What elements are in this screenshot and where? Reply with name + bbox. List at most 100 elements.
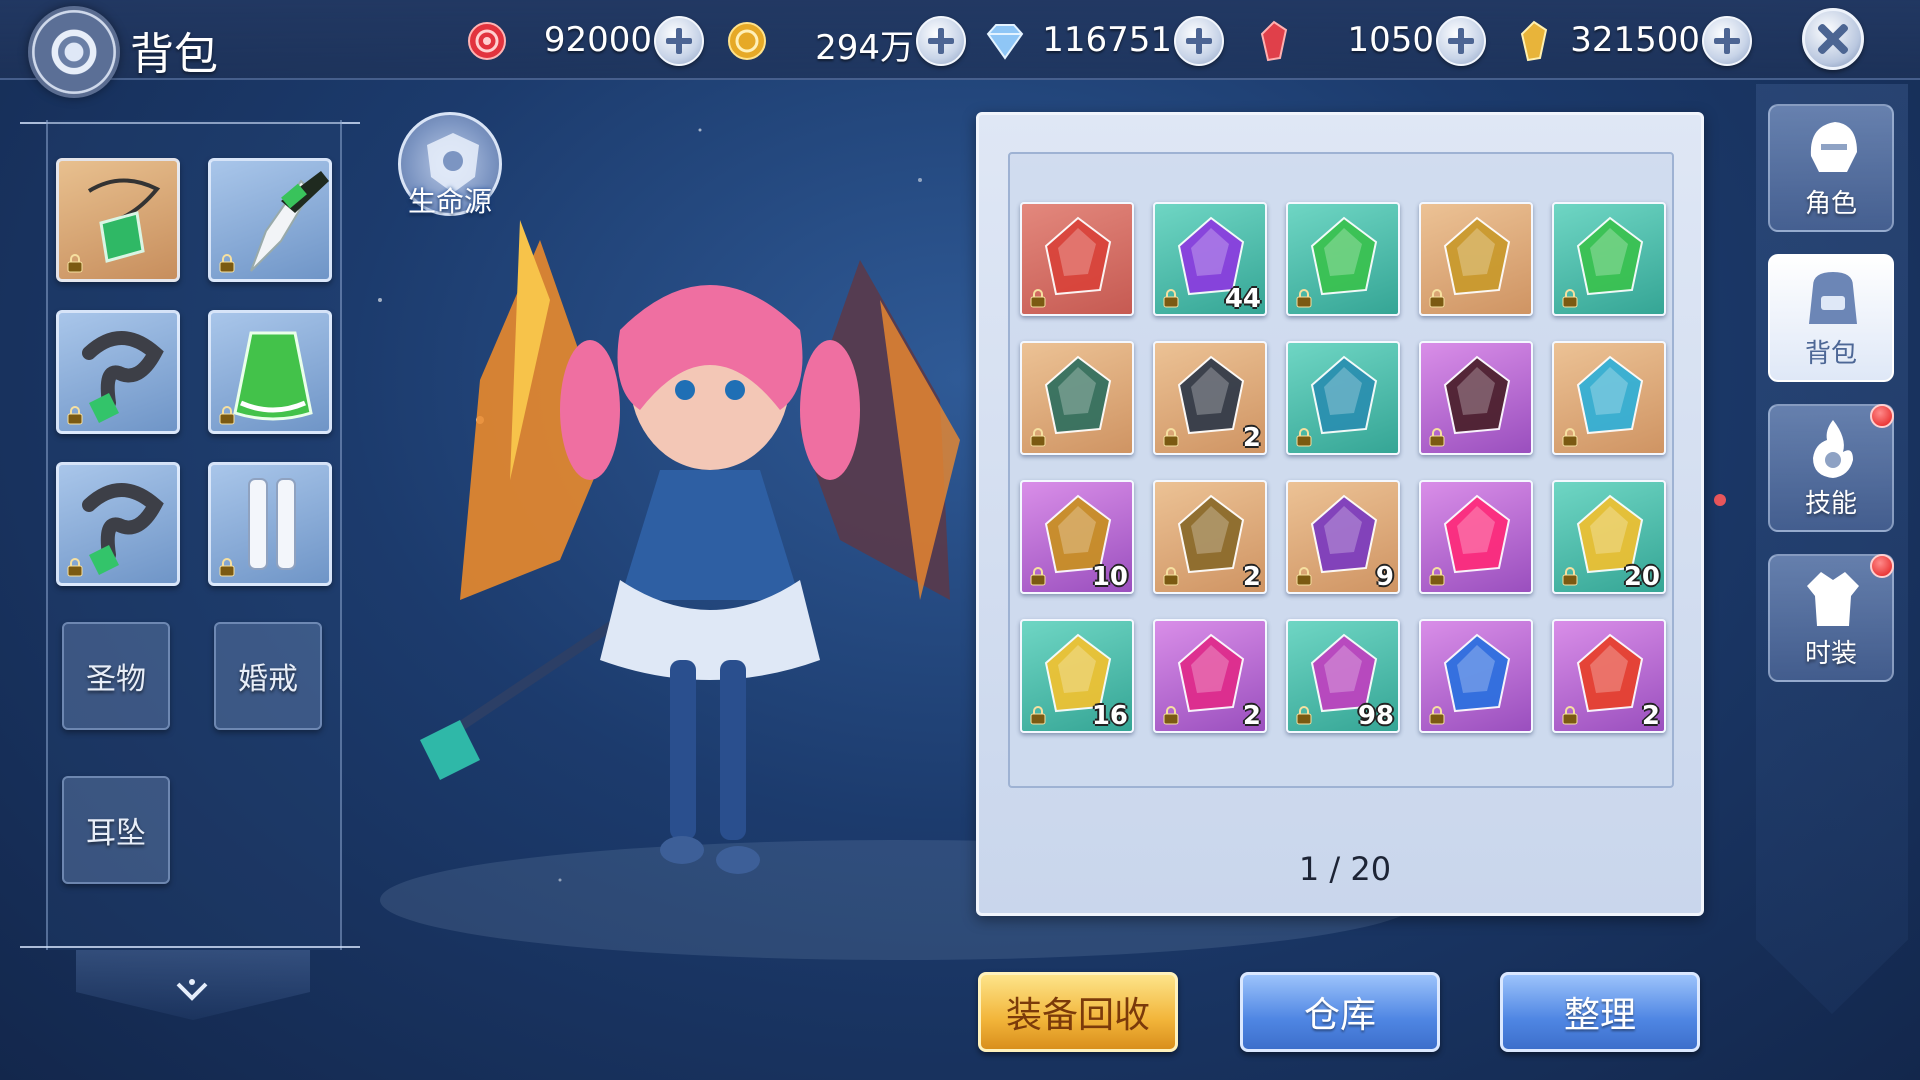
inventory-slot[interactable] <box>1286 202 1400 316</box>
notification-dot <box>1870 554 1894 578</box>
inventory-slot[interactable]: 98 <box>1286 619 1400 733</box>
item-quantity: 2 <box>1242 701 1261 731</box>
equip-slot-boots[interactable] <box>208 462 332 586</box>
inventory-slot[interactable] <box>1419 480 1533 594</box>
lock-icon <box>1163 567 1179 586</box>
inventory-slot[interactable]: 9 <box>1286 480 1400 594</box>
slot-label: 圣物 <box>86 662 146 697</box>
currency-value: 294万 <box>815 28 914 68</box>
lock-icon <box>219 406 235 425</box>
nav-tab-character[interactable]: 角色 <box>1768 104 1894 232</box>
add-red-crystal-button[interactable] <box>1436 16 1486 66</box>
equip-slot-ring-2[interactable] <box>56 462 180 586</box>
helmet-icon <box>1810 122 1857 172</box>
equip-slot-necklace[interactable] <box>56 158 180 282</box>
chevron-down-icon[interactable] <box>172 976 212 1006</box>
lock-icon <box>67 254 83 273</box>
lock-icon <box>1296 567 1312 586</box>
lock-icon <box>1429 428 1445 447</box>
item-quantity: 20 <box>1623 562 1660 592</box>
equipment-recycle-button[interactable]: 装备回收 <box>978 972 1178 1052</box>
inventory-slot[interactable] <box>1419 619 1533 733</box>
lock-icon <box>1429 706 1445 725</box>
currency-gold-coin: 294万 <box>726 14 966 68</box>
inventory-slot[interactable] <box>1552 341 1666 455</box>
lock-icon <box>1030 428 1046 447</box>
item-quantity: 16 <box>1091 701 1128 731</box>
equip-slot-holy[interactable]: 圣物 <box>62 622 170 730</box>
lock-icon <box>1030 289 1046 308</box>
warehouse-button[interactable]: 仓库 <box>1240 972 1440 1052</box>
inventory-slot[interactable]: 2 <box>1552 619 1666 733</box>
inventory-slot[interactable] <box>1419 202 1533 316</box>
item-quantity: 98 <box>1357 701 1394 731</box>
currency-red-crystal: 1050 <box>1254 14 1486 66</box>
page-indicator: 1 / 20 <box>1298 850 1392 888</box>
outfit-icon <box>1807 572 1859 626</box>
inventory-slot[interactable] <box>1286 341 1400 455</box>
item-quantity: 2 <box>1641 701 1660 731</box>
equip-slot-wedding-ring[interactable]: 婚戒 <box>214 622 322 730</box>
character-model[interactable] <box>420 180 980 910</box>
gold-coin-icon <box>728 22 766 60</box>
add-gold-crystal-button[interactable] <box>1702 16 1752 66</box>
gold-crystal-icon <box>1520 20 1548 62</box>
inventory-slot[interactable] <box>1419 341 1533 455</box>
inventory-slot[interactable]: 44 <box>1153 202 1267 316</box>
nav-tab-label: 时装 <box>1804 639 1857 669</box>
currency-value: 116751 <box>1042 20 1172 60</box>
lock-icon <box>1163 428 1179 447</box>
red-coin-icon <box>468 22 506 60</box>
currency-value: 321500 <box>1570 20 1700 60</box>
lock-icon <box>67 406 83 425</box>
inventory-slot[interactable]: 2 <box>1153 341 1267 455</box>
lock-icon <box>1030 706 1046 725</box>
menu-emblem-icon <box>28 6 120 98</box>
lock-icon <box>1296 706 1312 725</box>
inventory-slot[interactable]: 16 <box>1020 619 1134 733</box>
item-quantity: 2 <box>1242 562 1261 592</box>
sort-button[interactable]: 整理 <box>1500 972 1700 1052</box>
inventory-slot[interactable] <box>1020 202 1134 316</box>
lock-icon <box>1030 567 1046 586</box>
divider <box>20 946 360 948</box>
add-diamond-button[interactable] <box>1174 16 1224 66</box>
slot-label: 婚戒 <box>238 662 298 697</box>
close-button[interactable] <box>1802 8 1864 70</box>
item-quantity: 44 <box>1224 284 1261 314</box>
diamond-icon <box>986 24 1024 60</box>
nav-tab-label: 技能 <box>1804 489 1857 519</box>
flame-skill-icon <box>1813 420 1853 478</box>
currency-diamond: 116751 <box>984 14 1224 66</box>
nav-tab-backpack[interactable]: 背包 <box>1768 254 1894 382</box>
slot-label: 耳坠 <box>86 816 146 851</box>
nav-tab-label: 背包 <box>1804 339 1857 369</box>
inventory-slot[interactable]: 20 <box>1552 480 1666 594</box>
lock-icon <box>1163 289 1179 308</box>
inventory-slot[interactable] <box>1020 341 1134 455</box>
equip-slot-earring[interactable]: 耳坠 <box>62 776 170 884</box>
lock-icon <box>1429 567 1445 586</box>
equip-slot-ring-1[interactable] <box>56 310 180 434</box>
add-red-coin-button[interactable] <box>654 16 704 66</box>
notification-dot <box>1870 404 1894 428</box>
lock-icon <box>67 558 83 577</box>
backpack-icon <box>1809 272 1857 324</box>
lock-icon <box>1562 289 1578 308</box>
lock-icon <box>219 254 235 273</box>
item-quantity: 10 <box>1091 562 1128 592</box>
inventory-slot[interactable]: 2 <box>1153 619 1267 733</box>
item-quantity: 2 <box>1242 423 1261 453</box>
nav-tab-label: 角色 <box>1804 189 1857 219</box>
lock-icon <box>1163 706 1179 725</box>
equip-slot-weapon[interactable] <box>208 158 332 282</box>
inventory-slot[interactable] <box>1552 202 1666 316</box>
equip-slot-armor[interactable] <box>208 310 332 434</box>
inventory-slot[interactable]: 2 <box>1153 480 1267 594</box>
currency-value: 1050 <box>1347 20 1434 60</box>
lock-icon <box>1562 567 1578 586</box>
lock-icon <box>1429 289 1445 308</box>
add-gold-coin-button[interactable] <box>916 16 966 66</box>
inventory-slot[interactable]: 10 <box>1020 480 1134 594</box>
currency-gold-crystal: 321500 <box>1514 14 1752 66</box>
